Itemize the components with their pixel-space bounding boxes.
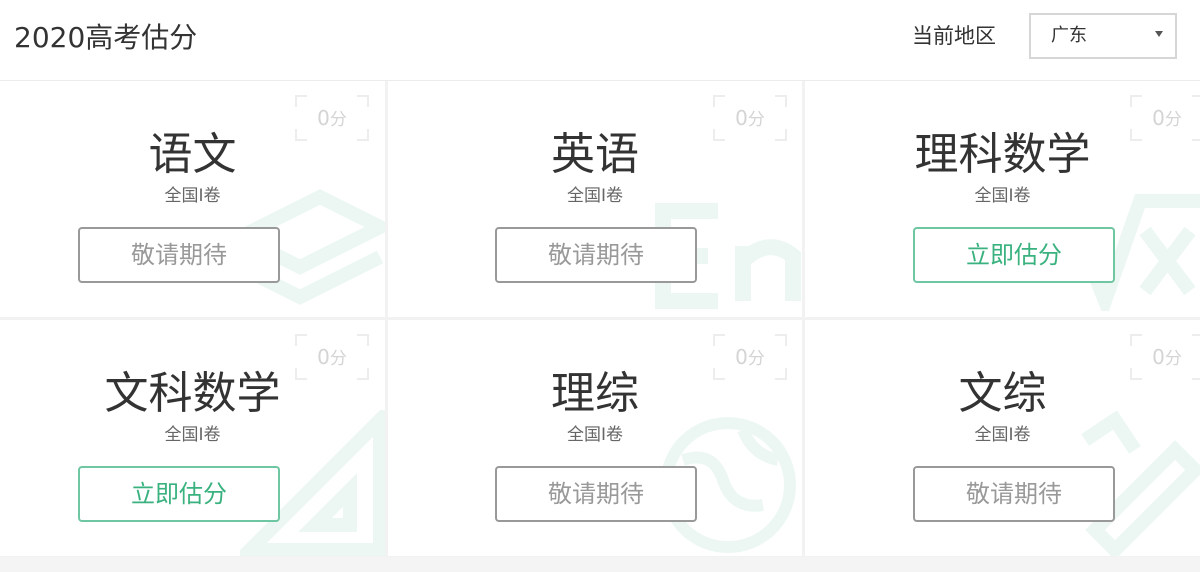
score-value: 0 — [317, 345, 330, 369]
paper-label: 全国I卷 — [974, 186, 1031, 206]
score-unit: 分 — [747, 349, 765, 369]
score-value: 0 — [735, 345, 748, 369]
subject-title: 理综 — [551, 368, 639, 419]
subject-card-arts-math: 0分 文科数学 全国I卷 立即估分 — [0, 320, 385, 556]
paper-label: 全国I卷 — [566, 425, 623, 445]
estimate-button-arts-comprehensive[interactable]: 敬请期待 — [913, 466, 1115, 522]
region-label: 当前地区 — [912, 24, 996, 48]
page-title: 2020高考估分 — [14, 21, 198, 54]
top-bar: 2020高考估分 当前地区 广东 — [0, 0, 1200, 81]
subject-title: 文综 — [958, 368, 1047, 419]
estimate-button-arts-math[interactable]: 立即估分 — [78, 466, 280, 522]
estimate-button-science-math[interactable]: 立即估分 — [913, 227, 1115, 283]
subject-card-english: 0分 英语 全国I卷 敬请期待 — [388, 81, 802, 317]
subject-card-science-comprehensive: 0分 理综 全国I卷 敬请期待 — [388, 320, 802, 556]
subject-title: 英语 — [551, 129, 639, 180]
subject-card-science-math: 0分 理科数学 全国I卷 立即估分 — [805, 81, 1200, 317]
paper-label: 全国I卷 — [974, 425, 1031, 445]
subject-grid: 0分 语文 全国I卷 敬请期待 0分 英语 全国I卷 敬请期待 0分 理科数学 … — [0, 81, 1200, 557]
score-unit: 分 — [1164, 110, 1182, 130]
score-value: 0 — [735, 106, 748, 130]
region-select-value: 广东 — [1051, 25, 1087, 46]
score-value: 0 — [1152, 106, 1165, 130]
subject-card-arts-comprehensive: 0分 文综 全国I卷 敬请期待 — [805, 320, 1200, 556]
region-select[interactable]: 广东 — [1029, 13, 1177, 59]
score-unit: 分 — [747, 110, 765, 130]
paper-label: 全国I卷 — [566, 186, 623, 206]
subject-card-chinese: 0分 语文 全国I卷 敬请期待 — [0, 81, 385, 317]
paper-label: 全国I卷 — [164, 186, 221, 206]
score-unit: 分 — [1164, 349, 1182, 369]
score-value: 0 — [1152, 345, 1165, 369]
score-unit: 分 — [329, 349, 347, 369]
score-value: 0 — [317, 106, 330, 130]
estimate-button-english[interactable]: 敬请期待 — [495, 227, 697, 283]
paper-label: 全国I卷 — [164, 425, 221, 445]
subject-title: 文科数学 — [104, 368, 281, 419]
footer-strip — [0, 557, 1200, 572]
score-unit: 分 — [329, 110, 347, 130]
subject-title: 语文 — [148, 129, 237, 180]
subject-title: 理科数学 — [914, 129, 1091, 180]
estimate-button-chinese[interactable]: 敬请期待 — [78, 227, 280, 283]
estimate-button-science-comprehensive[interactable]: 敬请期待 — [495, 466, 697, 522]
chevron-down-icon — [1155, 31, 1163, 37]
